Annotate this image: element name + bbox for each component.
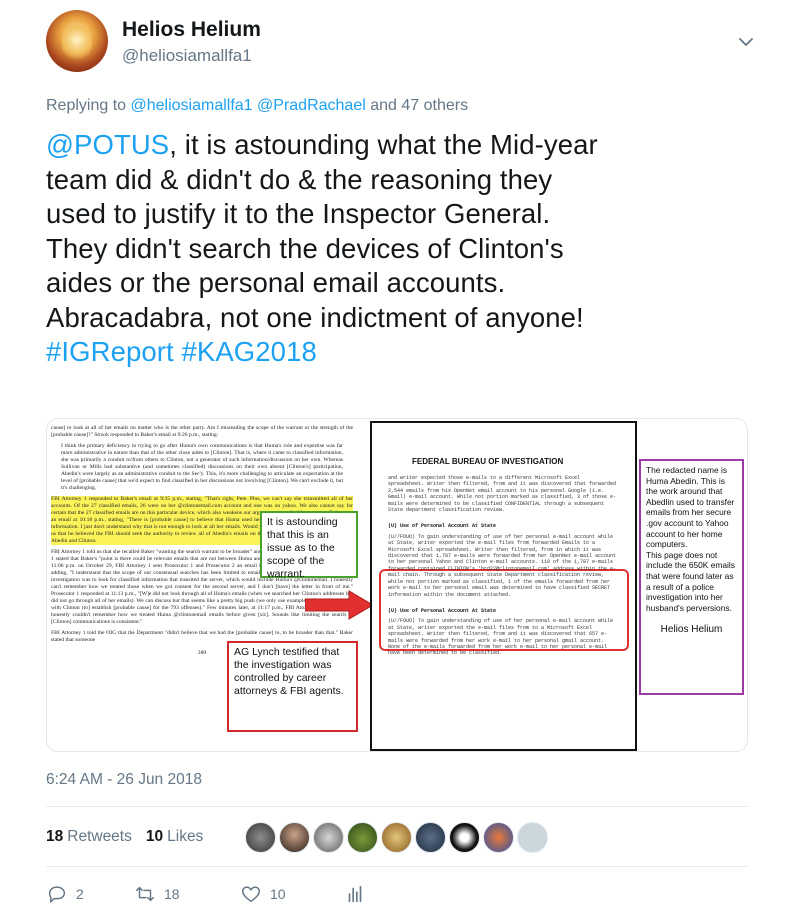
- like-count: 10: [270, 886, 286, 902]
- reply-others[interactable]: and 47 others: [370, 97, 468, 114]
- tweet-line-2: team did & didn't do & the reasoning the…: [46, 163, 553, 195]
- reply-prefix: Replying to: [46, 97, 127, 114]
- retweet-count: 18: [164, 886, 180, 902]
- fbi-text: (U//FOUO) To gain understanding of use o…: [388, 533, 617, 598]
- hashtag-igreport[interactable]: #IGReport: [46, 336, 174, 367]
- attached-image[interactable]: cause] to look at all of her emails no m…: [46, 418, 748, 752]
- tweet-header: Helios Helium @heliosiamallfa1: [46, 10, 766, 72]
- tweet-line-6: Abracadabra, not one indictment of anyon…: [46, 301, 584, 333]
- reply-context: Replying to @heliosiamallfa1 @PradRachae…: [46, 97, 468, 115]
- liker-avatar[interactable]: [347, 821, 379, 853]
- divider: [46, 806, 748, 807]
- tweet-line-5: aides or the personal email accounts.: [46, 267, 506, 298]
- liker-avatar[interactable]: [313, 821, 345, 853]
- liker-avatar[interactable]: [415, 821, 447, 853]
- reply-count: 2: [76, 886, 84, 902]
- analytics-button[interactable]: [344, 883, 366, 905]
- author-handle[interactable]: @heliosiamallfa1: [122, 46, 252, 66]
- retweet-button[interactable]: 18: [134, 883, 240, 905]
- likes-count: 10: [145, 828, 164, 845]
- heart-icon: [242, 886, 260, 903]
- divider: [46, 866, 748, 867]
- doc-paragraph: I think the primary deficiency in trying…: [61, 443, 343, 491]
- fbi-body: and writer expected those e-mails to a d…: [388, 475, 618, 657]
- liker-avatar[interactable]: [449, 821, 481, 853]
- fbi-section-heading: (U) Use of Personal Account At State: [388, 523, 497, 530]
- liker-avatar[interactable]: [483, 821, 515, 853]
- red-annotation: AG Lynch testified that the investigatio…: [227, 641, 358, 732]
- annotation-signature: Helios Helium: [660, 624, 723, 636]
- green-annotation: It is astounding that this is an issue a…: [260, 511, 358, 580]
- fbi-heading: FEDERAL BUREAU OF INVESTIGATION: [412, 457, 564, 466]
- liker-avatar[interactable]: [245, 821, 277, 853]
- fbi-section-heading: (U) Use of Personal Account At State: [388, 607, 497, 614]
- analytics-icon: [348, 885, 362, 903]
- liker-avatar[interactable]: [517, 821, 549, 853]
- purple-note-2: This page does not include the 650K emai…: [646, 549, 735, 613]
- retweets-count: 18: [46, 828, 64, 845]
- fbi-text: (U//FOUO) To gain understanding of use o…: [388, 618, 614, 657]
- like-button[interactable]: 10: [240, 883, 344, 905]
- liker-avatar[interactable]: [381, 821, 413, 853]
- retweets-label: Retweets: [67, 828, 132, 845]
- reply-mention-2[interactable]: @PradRachael: [257, 97, 366, 114]
- fbi-document-page: FEDERAL BUREAU OF INVESTIGATION and writ…: [370, 421, 637, 751]
- tweet-mention[interactable]: @POTUS: [46, 129, 169, 160]
- reply-mention-1[interactable]: @heliosiamallfa1: [131, 97, 253, 114]
- likes-label: Likes: [167, 828, 204, 845]
- hashtag-kag2018[interactable]: #KAG2018: [182, 336, 317, 367]
- tweet-timestamp[interactable]: 6:24 AM - 26 Jun 2018: [46, 771, 202, 789]
- avatar[interactable]: [46, 10, 108, 72]
- tweet-line-3: used to justify it to the Inspector Gene…: [46, 198, 551, 229]
- tweet-actions: 2 18 10: [46, 880, 366, 908]
- engagement-stats: 18 Retweets 10 Likes: [46, 819, 551, 855]
- chevron-down-icon[interactable]: [736, 32, 756, 52]
- author-name[interactable]: Helios Helium: [122, 18, 261, 42]
- reply-icon: [48, 886, 66, 903]
- flame-icon: [62, 20, 92, 60]
- fbi-text: and writer expected those e-mails to a d…: [388, 475, 617, 514]
- retweets-stat[interactable]: 18 Retweets: [46, 828, 132, 846]
- doc-paragraph: cause] to look at all of her emails no m…: [51, 425, 353, 438]
- purple-annotation: The redacted name is Huma Abedin. This i…: [639, 459, 744, 695]
- likes-stat[interactable]: 10 Likes: [146, 828, 203, 846]
- tweet-line-4: They didn't search the devices of Clinto…: [46, 232, 564, 264]
- purple-note-1: The redacted name is Huma Abedin. This i…: [646, 465, 735, 550]
- liker-avatars: [245, 821, 551, 853]
- tweet-line-1: , it is astounding what the Mid-year: [169, 129, 598, 160]
- retweet-icon: [136, 886, 154, 902]
- tweet-text: @POTUS, it is astounding what the Mid-ye…: [46, 128, 766, 370]
- red-arrow-icon: [305, 590, 374, 620]
- liker-avatar[interactable]: [279, 821, 311, 853]
- reply-button[interactable]: 2: [46, 883, 134, 905]
